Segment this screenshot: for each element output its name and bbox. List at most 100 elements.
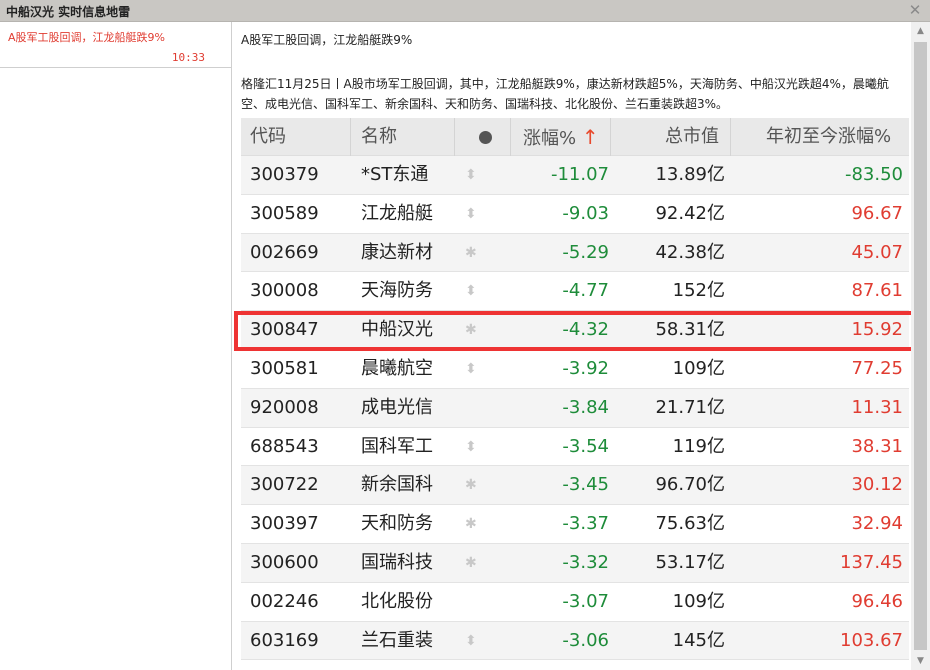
market-cap: 96.70亿 [655,474,725,496]
market-cap: 53.17亿 [655,551,725,573]
table-header: 代码 名称 涨幅% ↑ 总市值 年初至今涨幅% [241,118,909,156]
row-indicator-icon: ✱ [465,477,477,494]
scroll-up-icon[interactable]: ▲ [911,22,930,40]
stock-code: 920008 [250,396,319,418]
table-row[interactable]: 300722 新余国科 ✱ -3.45 96.70亿 30.12 [241,466,909,506]
change-percent: -11.07 [550,164,609,185]
ytd-change: 11.31 [851,396,903,418]
row-indicator-icon: ⬍ [465,283,477,300]
market-cap: 58.31亿 [655,319,725,341]
ytd-change: 32.94 [851,513,903,535]
stock-name: 北化股份 [361,590,433,612]
ytd-change: 38.31 [851,435,903,457]
change-percent: -3.45 [562,474,609,496]
window-title: 中船汉光 实时信息地雷 [6,5,131,19]
row-indicator-icon: ⬍ [465,360,477,377]
market-cap: 152亿 [672,280,725,302]
stock-code: 002246 [250,590,319,612]
header-ytd[interactable]: 年初至今涨幅% [766,118,891,156]
stock-name: 成电光信 [361,396,433,418]
article-panel: A股军工股回调，江龙船艇跌9% 格隆汇11月25日丨A股市场军工股回调，其中，江… [233,22,930,670]
table-row[interactable]: 300581 晨曦航空 ⬍ -3.92 109亿 77.25 [241,349,909,389]
market-cap: 13.89亿 [655,164,725,185]
market-cap: 109亿 [672,357,725,379]
stock-name: 国瑞科技 [361,551,433,573]
table-row[interactable]: 002246 北化股份 -3.07 109亿 96.46 [241,582,909,622]
article-title: A股军工股回调，江龙船艇跌9% [241,33,413,47]
market-cap: 119亿 [672,435,725,457]
table-row[interactable]: 688543 国科军工 ⬍ -3.54 119亿 38.31 [241,427,909,467]
vertical-scrollbar[interactable]: ▲ ▼ [911,22,930,670]
stock-code: 300397 [250,513,319,535]
market-cap: 21.71亿 [655,396,725,418]
market-cap: 145亿 [672,629,725,651]
row-indicator-icon: ✱ [465,554,477,571]
row-indicator-icon: ✱ [465,516,477,533]
scroll-down-icon[interactable]: ▼ [911,652,930,670]
news-list-item[interactable]: A股军工股回调，江龙船艇跌9% 10:33 [0,22,231,68]
news-time: 10:33 [171,51,205,64]
row-indicator-icon: ✱ [465,322,477,339]
row-indicator-icon: ⬍ [465,205,477,222]
table-row[interactable]: 300589 江龙船艇 ⬍ -9.03 92.42亿 96.67 [241,194,909,234]
stock-code: 002669 [250,241,319,263]
market-cap: 109亿 [672,590,725,612]
stock-name: 天海防务 [361,280,433,302]
stock-name: 江龙船艇 [361,202,433,224]
stock-code: 300600 [250,551,319,573]
stock-code: 688543 [250,435,319,457]
table-row[interactable]: 300397 天和防务 ✱ -3.37 75.63亿 32.94 [241,505,909,544]
change-percent: -3.06 [562,629,609,651]
stock-code: 300722 [250,474,319,496]
news-list: A股军工股回调，江龙船艇跌9% 10:33 [0,22,232,670]
close-icon[interactable]: ✕ [906,1,924,19]
row-indicator-icon: ⬍ [465,632,477,649]
ytd-change: -83.50 [844,164,903,185]
stock-name: *ST东通 [361,164,429,185]
ytd-change: 77.25 [851,357,903,379]
table-row[interactable]: 920008 成电光信 -3.84 21.71亿 11.31 [241,388,909,428]
stock-code: 300581 [250,357,319,379]
ytd-change: 87.61 [851,280,903,302]
change-percent: -3.07 [562,590,609,612]
market-cap: 75.63亿 [655,513,725,535]
table-row[interactable]: 300379 *ST东通 ⬍ -11.07 13.89亿 -83.50 [241,156,909,195]
header-divider [611,118,731,156]
ytd-change: 15.92 [851,319,903,341]
header-divider [511,118,611,156]
table-row[interactable]: 603169 兰石重装 ⬍ -3.06 145亿 103.67 [241,621,909,661]
ytd-change: 45.07 [851,241,903,263]
table-row[interactable]: 002669 康达新材 ✱ -5.29 42.38亿 45.07 [241,233,909,273]
stock-code: 300008 [250,280,319,302]
scrollbar-thumb[interactable] [914,42,927,650]
change-percent: -3.32 [562,551,609,573]
change-percent: -3.92 [562,357,609,379]
header-divider [241,118,351,156]
article-body: 格隆汇11月25日丨A股市场军工股回调，其中，江龙船艇跌9%，康达新材跌超5%，… [241,77,889,111]
change-percent: -3.84 [562,396,609,418]
stock-name: 新余国科 [361,474,433,496]
change-percent: -3.54 [562,435,609,457]
table-body: 300379 *ST东通 ⬍ -11.07 13.89亿 -83.50 300589 江龙船艇… [241,156,909,661]
change-percent: -9.03 [562,202,609,224]
stock-table: 代码 名称 涨幅% ↑ 总市值 年初至今涨幅% 300379 *ST东通 ⬍ -11.… [241,118,909,661]
ytd-change: 30.12 [851,474,903,496]
stock-name: 兰石重装 [361,629,433,651]
change-percent: -4.32 [562,319,609,341]
change-percent: -5.29 [562,241,609,263]
stock-name: 天和防务 [361,513,433,535]
stock-name: 康达新材 [361,241,433,263]
header-divider [455,118,511,156]
row-indicator-icon: ⬍ [465,438,477,455]
stock-code: 300379 [250,164,319,185]
row-indicator-icon: ⬍ [465,167,477,183]
change-percent: -3.37 [562,513,609,535]
table-row[interactable]: 300008 天海防务 ⬍ -4.77 152亿 87.61 [241,272,909,312]
table-row[interactable]: 300847 中船汉光 ✱ -4.32 58.31亿 15.92 [241,311,909,350]
table-row[interactable]: 300600 国瑞科技 ✱ -3.32 53.17亿 137.45 [241,543,909,583]
stock-name: 国科军工 [361,435,433,457]
news-headline: A股军工股回调，江龙船艇跌9% [8,31,165,44]
ytd-change: 96.46 [851,590,903,612]
stock-name: 晨曦航空 [361,357,433,379]
stock-code: 603169 [250,629,319,651]
